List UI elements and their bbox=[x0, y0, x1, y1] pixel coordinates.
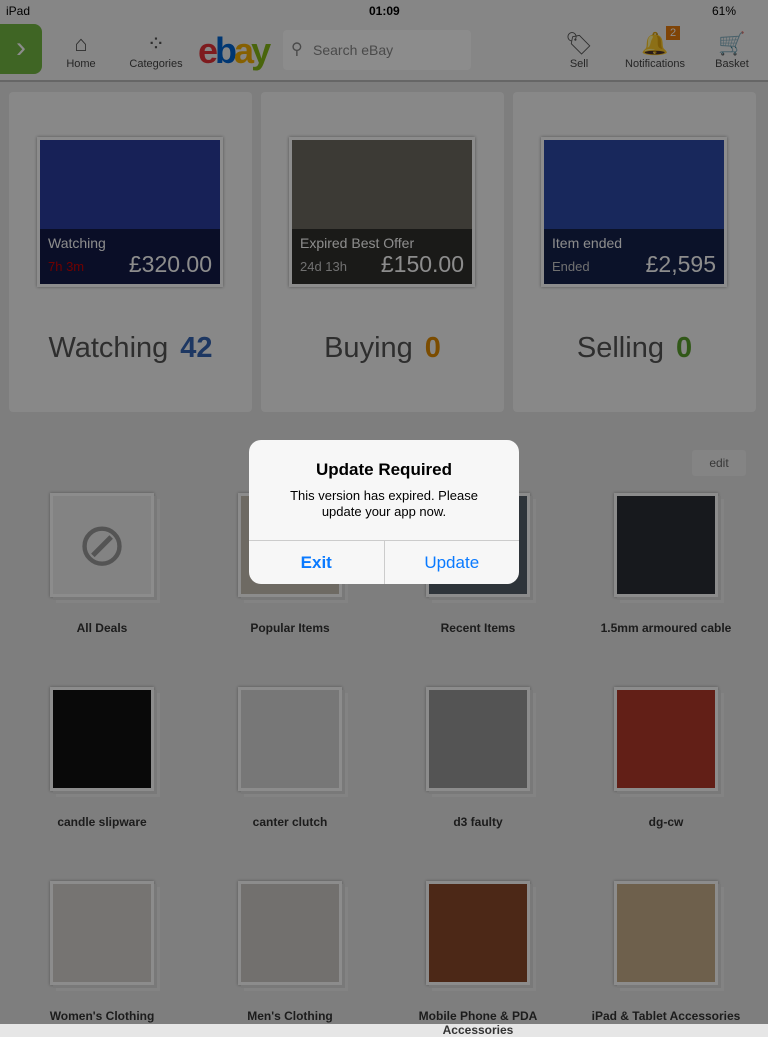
update-button[interactable]: Update bbox=[385, 541, 520, 584]
alert-message: This version has expired. Please update … bbox=[290, 488, 478, 519]
update-alert: Update Required This version has expired… bbox=[249, 440, 519, 584]
exit-button[interactable]: Exit bbox=[249, 541, 385, 584]
alert-title: Update Required bbox=[315, 460, 453, 479]
